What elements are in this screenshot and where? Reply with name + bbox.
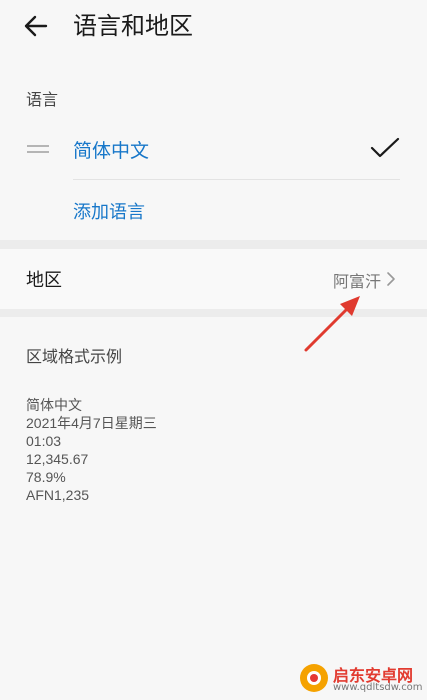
back-button[interactable]	[20, 8, 60, 48]
format-sample-language: 简体中文	[26, 397, 82, 413]
add-language-button[interactable]: 添加语言	[73, 198, 145, 224]
format-sample-date: 2021年4月7日星期三	[26, 415, 157, 431]
format-sample-currency: AFN1,235	[26, 487, 90, 503]
chevron-right-icon	[387, 272, 395, 286]
drag-handle-icon[interactable]	[27, 143, 49, 155]
back-arrow-icon	[24, 15, 48, 37]
list-divider	[73, 179, 400, 180]
language-name: 简体中文	[73, 140, 150, 162]
settings-screen: 语言和地区 语言 简体中文 添加语言 地区 阿富汗 区域格式示例 简体中文 20…	[0, 0, 427, 700]
checkmark-icon	[370, 137, 400, 158]
format-sample-percent: 78.9%	[26, 469, 66, 485]
app-header: 语言和地区	[0, 0, 427, 60]
annotation-arrow-icon	[304, 296, 360, 352]
language-section-label: 语言	[26, 90, 59, 109]
region-label: 地区	[26, 270, 62, 291]
region-value: 阿富汗	[332, 272, 381, 291]
format-sample-title: 区域格式示例	[26, 347, 123, 366]
format-sample-number: 12,345.67	[26, 451, 89, 467]
watermark-logo-icon	[300, 664, 328, 692]
format-sample-list: 简体中文 2021年4月7日星期三 01:03 12,345.67 78.9% …	[26, 396, 157, 504]
language-list-item[interactable]: 简体中文	[0, 122, 427, 178]
watermark: 启东安卓网 www.qdltsdw.com	[300, 660, 427, 700]
section-separator	[0, 240, 427, 249]
format-sample-time: 01:03	[26, 433, 62, 449]
page-title: 语言和地区	[73, 12, 193, 40]
watermark-url: www.qdltsdw.com	[333, 682, 423, 693]
